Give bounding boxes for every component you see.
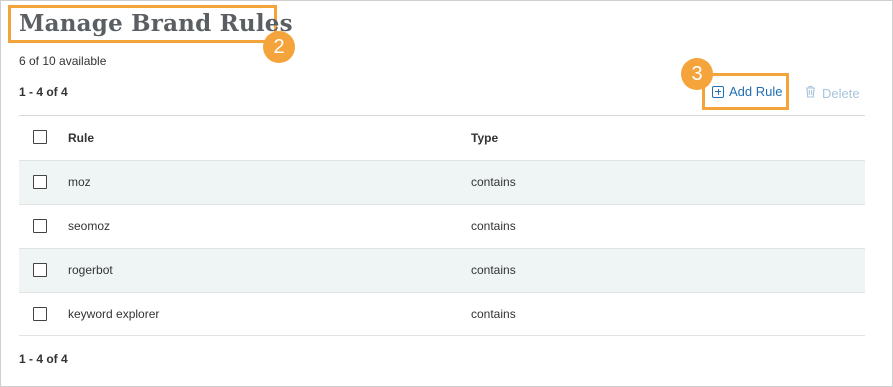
rule-cell: keyword explorer [68, 307, 160, 321]
table-row: keyword explorer contains [19, 292, 865, 336]
row-checkbox[interactable] [33, 175, 47, 189]
type-cell: contains [471, 219, 516, 233]
delete-label: Delete [822, 85, 860, 101]
rule-cell: moz [68, 175, 91, 189]
add-rule-label: Add Rule [729, 84, 783, 99]
type-cell: contains [471, 175, 516, 189]
rule-cell: seomoz [68, 219, 111, 233]
page-title: Manage Brand Rules [19, 10, 293, 37]
delete-button[interactable]: Delete [805, 85, 860, 101]
rules-table: Rule Type moz contains seomoz contains r… [19, 115, 865, 336]
trash-icon [805, 85, 816, 101]
table-row: seomoz contains [19, 204, 865, 248]
pagination-summary-top: 1 - 4 of 4 [19, 85, 68, 99]
row-checkbox[interactable] [33, 219, 47, 233]
select-all-checkbox[interactable] [33, 130, 47, 144]
plus-square-icon [712, 85, 724, 98]
column-header-type[interactable]: Type [471, 131, 498, 145]
type-cell: contains [471, 307, 516, 321]
callout-badge-2: 2 [263, 31, 295, 63]
table-row: rogerbot contains [19, 248, 865, 292]
table-header-row: Rule Type [19, 115, 865, 160]
type-cell: contains [471, 263, 516, 277]
column-header-rule[interactable]: Rule [68, 131, 94, 145]
rule-cell: rogerbot [68, 263, 113, 277]
row-checkbox[interactable] [33, 263, 47, 277]
availability-count: 6 of 10 available [19, 54, 107, 68]
table-row: moz contains [19, 160, 865, 204]
brand-rules-panel: Manage Brand Rules 2 6 of 10 available 1… [0, 0, 893, 387]
pagination-summary-bottom: 1 - 4 of 4 [19, 352, 68, 366]
row-checkbox[interactable] [33, 307, 47, 321]
callout-badge-3: 3 [681, 58, 713, 90]
add-rule-button[interactable]: Add Rule [712, 84, 782, 99]
